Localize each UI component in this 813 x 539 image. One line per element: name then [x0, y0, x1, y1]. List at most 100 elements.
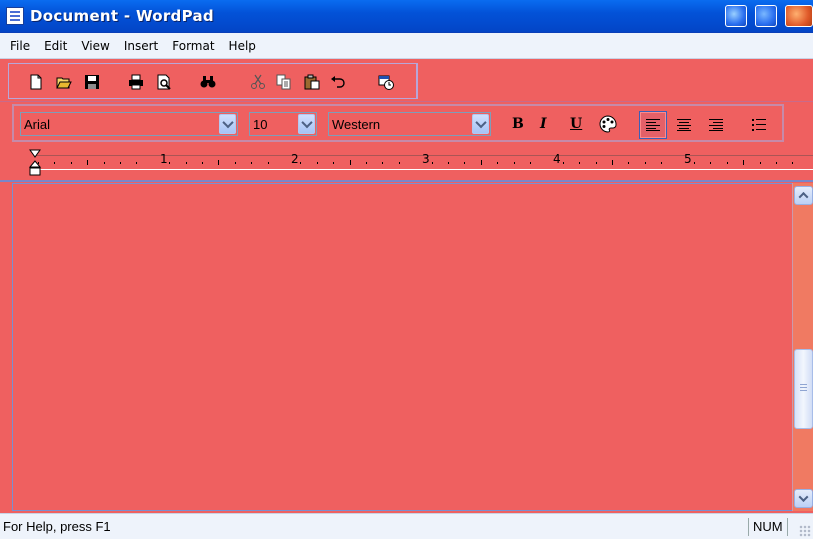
bullets-button[interactable]: [745, 111, 773, 139]
ruler-tick: [300, 162, 301, 164]
menu-edit[interactable]: Edit: [38, 39, 75, 53]
ruler-tick: [333, 162, 334, 164]
format-bar: Arial 10 Western B I U: [0, 102, 813, 144]
ruler-tick: [645, 162, 646, 164]
underline-button[interactable]: U: [570, 116, 582, 132]
open-icon[interactable]: [56, 74, 72, 90]
ruler-tick: [268, 162, 269, 164]
print-preview-icon[interactable]: [156, 74, 172, 90]
wordpad-icon: [6, 7, 24, 25]
ruler-number: 1: [160, 152, 168, 166]
find-icon[interactable]: [200, 74, 216, 90]
menu-bar: File Edit View Insert Format Help: [0, 33, 813, 59]
copy-icon[interactable]: [276, 74, 292, 90]
ruler-tick: [87, 160, 88, 165]
title-bar: Document - WordPad: [0, 0, 813, 33]
new-icon[interactable]: [28, 74, 44, 90]
ruler-tick: [350, 160, 351, 165]
resize-grip[interactable]: [799, 525, 811, 537]
status-bar: For Help, press F1 NUM: [0, 513, 813, 539]
italic-button[interactable]: I: [540, 116, 547, 132]
ruler-tick: [612, 160, 613, 165]
ruler-tick: [760, 162, 761, 164]
chevron-down-icon[interactable]: [298, 114, 315, 134]
font-name-value: Arial: [24, 116, 51, 132]
ruler-tick: [317, 162, 318, 164]
scroll-thumb[interactable]: [794, 349, 813, 429]
undo-icon[interactable]: [330, 74, 346, 90]
ruler-tick: [596, 162, 597, 164]
align-left-icon: [646, 119, 660, 131]
ruler-tick: [530, 162, 531, 164]
scroll-down-button[interactable]: [794, 489, 813, 508]
paste-icon[interactable]: [304, 74, 320, 90]
font-name-combo[interactable]: Arial: [20, 112, 238, 136]
ruler-tick: [71, 162, 72, 164]
num-lock-indicator: NUM: [748, 518, 788, 536]
minimize-button[interactable]: [725, 5, 747, 27]
ruler-tick: [661, 162, 662, 164]
ruler-tick: [727, 162, 728, 164]
chevron-down-icon[interactable]: [472, 114, 489, 134]
ruler-tick: [776, 162, 777, 164]
ruler-tick: [202, 162, 203, 164]
ruler-tick: [399, 162, 400, 164]
ruler-tick: [38, 162, 39, 164]
menu-help[interactable]: Help: [223, 39, 264, 53]
ruler-tick: [464, 162, 465, 164]
ruler-tick: [497, 162, 498, 164]
ruler-tick: [54, 162, 55, 164]
print-icon[interactable]: [128, 74, 144, 90]
menu-view[interactable]: View: [75, 39, 117, 53]
ruler-number: 4: [553, 152, 561, 166]
insert-datetime-icon[interactable]: [378, 74, 394, 90]
ruler-tick: [136, 162, 137, 164]
font-size-combo[interactable]: 10: [249, 112, 317, 136]
ruler-tick: [694, 162, 695, 164]
script-combo[interactable]: Western: [328, 112, 491, 136]
bold-button[interactable]: B: [512, 116, 524, 132]
ruler-number: 3: [422, 152, 430, 166]
ruler-tick: [432, 162, 433, 164]
ruler-tick: [235, 162, 236, 164]
indent-marker-icon[interactable]: [29, 149, 41, 177]
menu-file[interactable]: File: [4, 39, 38, 53]
align-right-button[interactable]: [702, 111, 730, 139]
maximize-button[interactable]: [755, 5, 777, 27]
window-title: Document - WordPad: [30, 7, 214, 25]
bullets-icon: [752, 119, 766, 131]
align-center-icon: [677, 119, 691, 131]
ruler[interactable]: 1 2 3 4 5: [0, 144, 813, 182]
ruler-tick: [104, 162, 105, 164]
ruler-tick: [186, 162, 187, 164]
script-value: Western: [332, 116, 381, 132]
font-size-value: 10: [253, 116, 268, 132]
ruler-number: 2: [291, 152, 299, 166]
ruler-tick: [743, 160, 744, 165]
color-palette-icon[interactable]: [598, 114, 618, 134]
close-button[interactable]: [785, 5, 813, 27]
align-right-icon: [709, 119, 723, 131]
chevron-down-icon[interactable]: [219, 114, 236, 134]
align-left-button[interactable]: [639, 111, 667, 139]
ruler-tick: [169, 162, 170, 164]
document-text-area[interactable]: [12, 183, 792, 511]
scroll-up-button[interactable]: [794, 186, 813, 205]
menu-insert[interactable]: Insert: [118, 39, 166, 53]
ruler-tick: [382, 162, 383, 164]
ruler-tick: [792, 162, 793, 164]
status-help-text: For Help, press F1: [3, 519, 111, 534]
cut-icon[interactable]: [250, 74, 266, 90]
save-icon[interactable]: [84, 74, 100, 90]
vertical-scrollbar[interactable]: [792, 183, 813, 511]
standard-toolbar: [0, 60, 813, 102]
ruler-tick: [481, 160, 482, 165]
ruler-tick: [514, 162, 515, 164]
menu-format[interactable]: Format: [166, 39, 222, 53]
ruler-tick: [448, 162, 449, 164]
ruler-tick: [628, 162, 629, 164]
ruler-tick: [710, 162, 711, 164]
ruler-tick: [563, 162, 564, 164]
ruler-tick: [251, 162, 252, 164]
align-center-button[interactable]: [670, 111, 698, 139]
